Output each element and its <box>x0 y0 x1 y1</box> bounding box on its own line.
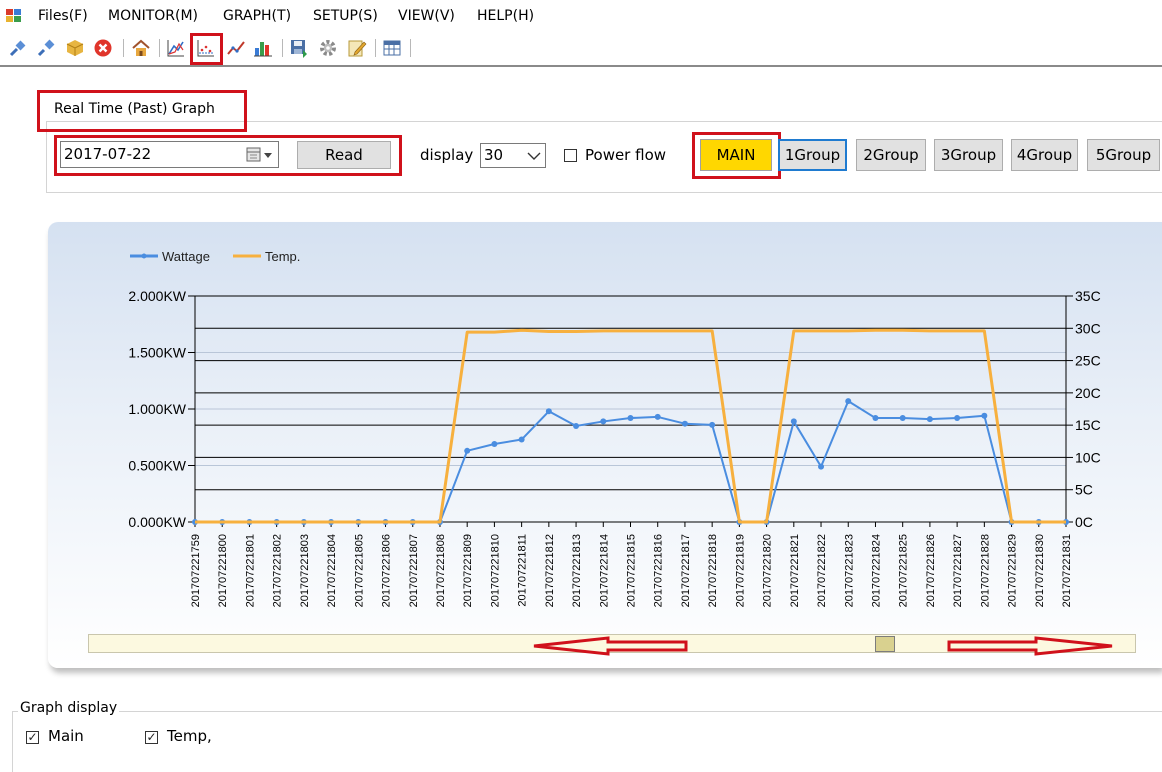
wattage-data-point <box>464 447 471 454</box>
x-tick-label: 201707221800 <box>217 534 229 607</box>
series-line-temp <box>195 328 1066 524</box>
x-tick-label: 201707221801 <box>244 534 256 607</box>
x-tick-label: 201707221805 <box>353 534 365 607</box>
wattage-data-point <box>518 436 525 443</box>
legend-label: Wattage <box>162 249 210 264</box>
wattage-data-point <box>654 413 661 420</box>
legend-marker <box>141 253 147 259</box>
x-tick-label: 201707221829 <box>1007 534 1019 607</box>
y-left-tick-label: 0.000KW <box>128 514 186 530</box>
x-tick-label: 201707221826 <box>925 534 937 607</box>
x-tick-label: 201707221759 <box>190 534 202 607</box>
wattage-data-point <box>491 441 498 448</box>
wattage-data-point <box>600 418 607 425</box>
y-right-tick-label: 30C <box>1075 320 1101 336</box>
x-tick-label: 201707221828 <box>979 534 991 607</box>
wattage-data-point <box>545 408 552 415</box>
x-tick-label: 201707221817 <box>680 534 692 607</box>
x-tick-label: 201707221831 <box>1061 534 1073 607</box>
x-tick-label: 201707221814 <box>598 534 610 607</box>
x-tick-label: 201707221820 <box>762 534 774 607</box>
legend-label: Temp. <box>265 249 300 264</box>
y-left-tick-label: 1.500KW <box>128 345 186 361</box>
wattage-data-point <box>899 415 906 422</box>
x-tick-label: 201707221809 <box>462 534 474 607</box>
scroll-left-arrow-icon <box>533 636 688 656</box>
line-chart: 0.000KW 0.500KW 1.000KW 1.500KW 2.000KW 0C 5C 1… <box>128 249 1101 607</box>
graph-display-title: Graph display <box>18 700 120 716</box>
wattage-data-point <box>872 415 879 422</box>
x-tick-label: 201707221821 <box>789 534 801 607</box>
y-right-tick-label: 20C <box>1075 385 1101 401</box>
y-right-tick-label: 10C <box>1075 449 1101 465</box>
x-tick-label: 201707221808 <box>435 534 447 607</box>
y-left-tick-label: 1.000KW <box>128 401 186 417</box>
wattage-data-point <box>790 418 797 425</box>
x-tick-label: 201707221811 <box>517 534 529 607</box>
x-tick-label: 201707221813 <box>571 534 583 607</box>
x-tick-label: 201707221827 <box>952 534 964 607</box>
x-tick-label: 201707221816 <box>653 534 665 607</box>
wattage-data-point <box>627 415 634 422</box>
y-right-tick-label: 25C <box>1075 353 1101 369</box>
wattage-data-point <box>954 415 961 422</box>
wattage-data-point <box>926 416 933 423</box>
x-tick-label: 201707221825 <box>898 534 910 607</box>
temp-checkbox-label: Temp, <box>167 727 212 745</box>
x-tick-label: 201707221830 <box>1034 534 1046 607</box>
wattage-data-point <box>681 420 688 427</box>
x-tick-label: 201707221824 <box>870 534 882 607</box>
x-tick-label: 201707221823 <box>843 534 855 607</box>
main-checkbox-label: Main <box>48 727 84 745</box>
y-right-tick-label: 0C <box>1075 514 1093 530</box>
y-right-tick-label: 15C <box>1075 417 1101 433</box>
x-tick-label: 201707221810 <box>489 534 501 607</box>
chart-scrollbar-thumb[interactable] <box>875 636 895 652</box>
wattage-data-point <box>573 422 580 429</box>
x-tick-label: 201707221812 <box>544 534 556 607</box>
y-right-tick-label: 5C <box>1075 482 1093 498</box>
wattage-data-point <box>709 421 716 428</box>
main-checkbox[interactable]: ✓ <box>26 731 39 744</box>
x-tick-label: 201707221815 <box>626 534 638 607</box>
scroll-right-arrow-icon <box>947 636 1113 656</box>
temp-checkbox[interactable]: ✓ <box>145 731 158 744</box>
wattage-data-point <box>981 412 988 419</box>
x-tick-label: 201707221822 <box>816 534 828 607</box>
x-tick-label: 201707221819 <box>734 534 746 607</box>
x-tick-label: 201707221804 <box>326 534 338 607</box>
x-tick-label: 201707221806 <box>381 534 393 607</box>
x-tick-label: 201707221802 <box>272 534 284 607</box>
x-tick-label: 201707221818 <box>707 534 719 607</box>
y-left-tick-label: 2.000KW <box>128 288 186 304</box>
y-right-tick-label: 35C <box>1075 288 1101 304</box>
x-tick-label: 201707221803 <box>299 534 311 607</box>
wattage-data-point <box>818 463 825 470</box>
y-left-tick-label: 0.500KW <box>128 458 186 474</box>
wattage-data-point <box>845 398 852 405</box>
x-tick-label: 201707221807 <box>408 534 420 607</box>
